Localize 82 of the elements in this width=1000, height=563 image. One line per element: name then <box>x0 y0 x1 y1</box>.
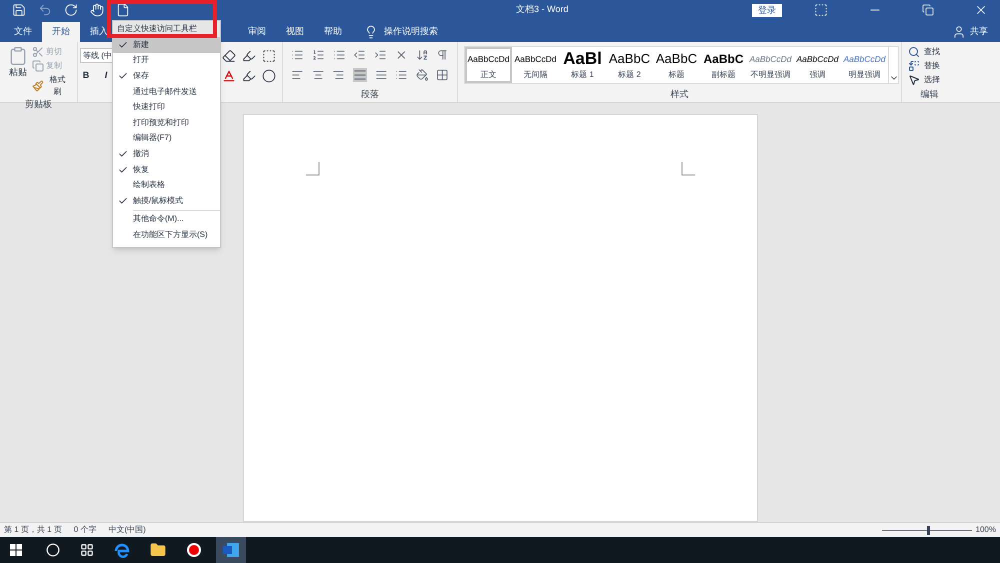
style-item[interactable]: AaBbCcDd 无间隔 <box>512 47 559 83</box>
group-label: 编辑 <box>920 88 938 102</box>
menu-item[interactable]: 撤消 <box>113 146 220 162</box>
page-count: 第 1 页，共 1 页 <box>4 524 62 536</box>
word-app-icon[interactable] <box>223 543 239 557</box>
menu-item[interactable]: 在功能区下方显示(S) <box>113 227 220 243</box>
menu-item[interactable]: 新建 <box>113 37 220 53</box>
language-status: 中文(中国) <box>108 524 146 536</box>
sign-in-button[interactable]: 登录 <box>752 4 782 16</box>
scissors-icon <box>32 46 44 58</box>
style-item[interactable]: AaBbCcDd 明显强调 <box>841 47 888 83</box>
decrease-indent-icon[interactable] <box>353 48 366 62</box>
window-title: 文档3 - Word <box>516 3 568 16</box>
ribbon-tab[interactable]: 视图 <box>276 22 314 42</box>
group-label: 剪贴板 <box>25 98 52 111</box>
distribute-icon[interactable] <box>374 68 388 82</box>
increase-indent-icon[interactable] <box>374 48 387 62</box>
style-item[interactable]: AaBbCcDd 强调 <box>794 47 841 83</box>
share-button[interactable]: 共享 <box>952 22 988 42</box>
task-view-icon[interactable] <box>80 543 94 557</box>
browser-icon[interactable] <box>114 542 130 558</box>
align-center-icon[interactable] <box>312 68 324 82</box>
group-label: 段落 <box>361 88 379 102</box>
clipboard-icon <box>8 46 28 66</box>
menu-item[interactable]: 恢复 <box>113 162 220 178</box>
new-document-icon[interactable] <box>116 3 130 17</box>
italic-button[interactable]: I <box>100 69 112 83</box>
corner-mark-icon <box>680 162 694 176</box>
style-item[interactable]: AaBbC 标题 2 <box>606 47 653 83</box>
font-color-icon[interactable] <box>222 69 236 83</box>
bold-button[interactable]: B <box>80 69 92 83</box>
menu-item[interactable]: 其他命令(M)... <box>113 212 220 228</box>
windows-start-icon[interactable] <box>10 544 22 556</box>
redo-icon[interactable] <box>64 3 78 17</box>
restore-icon[interactable] <box>922 4 934 16</box>
menu-item[interactable]: 打印预览和打印 <box>113 114 220 131</box>
folder-icon[interactable] <box>150 542 166 558</box>
menu-item[interactable]: 编辑器(F7) <box>113 130 220 146</box>
menu-item[interactable]: 快速打印 <box>113 99 220 115</box>
justify-icon[interactable] <box>352 68 367 82</box>
sort-icon[interactable] <box>416 48 428 62</box>
lightbulb-icon[interactable] <box>364 25 378 39</box>
style-item[interactable]: AaBbCcDd 正文 <box>465 47 512 83</box>
select-button[interactable]: 选择 <box>908 74 951 86</box>
touch-mode-icon[interactable] <box>90 3 104 17</box>
ribbon-tab[interactable]: 开始 <box>42 22 80 42</box>
align-right-icon[interactable] <box>332 68 345 82</box>
corner-mark-icon <box>306 162 320 176</box>
menu-item[interactable]: 打开 <box>113 52 220 68</box>
close-icon[interactable] <box>974 3 988 17</box>
record-icon[interactable] <box>186 542 202 558</box>
person-icon <box>952 25 966 39</box>
group-label: 样式 <box>670 88 688 102</box>
replace-icon <box>908 60 920 72</box>
save-icon[interactable] <box>12 3 26 17</box>
pilcrow-icon[interactable] <box>436 48 449 62</box>
menu-item[interactable]: 绘制表格 <box>113 177 220 193</box>
menu-item[interactable]: 通过电子邮件发送 <box>113 84 220 100</box>
tell-me-search[interactable]: 操作说明搜索 <box>384 25 438 39</box>
clear-format-icon[interactable] <box>222 48 236 62</box>
replace-button[interactable]: 替换 <box>908 60 951 72</box>
align-left-icon[interactable] <box>291 68 304 82</box>
numbering-icon[interactable] <box>312 48 324 62</box>
zoom-percent: 100% <box>976 524 996 536</box>
find-button[interactable]: 查找 <box>908 46 951 58</box>
ribbon-tab[interactable]: 审阅 <box>238 22 276 42</box>
style-item[interactable]: AaBbC 标题 <box>653 47 700 83</box>
ribbon-tab[interactable]: 文件 <box>4 22 42 42</box>
menu-item[interactable]: 保存 <box>113 68 220 84</box>
paintbrush-icon <box>32 80 44 92</box>
ribbon-tab[interactable]: 帮助 <box>314 22 352 42</box>
pointer-icon <box>908 74 920 86</box>
shading-bucket-icon[interactable] <box>416 68 428 82</box>
style-item[interactable]: AaBl 标题 1 <box>559 47 606 83</box>
borders-icon[interactable] <box>436 68 450 82</box>
style-item[interactable]: AaBbCcDd 不明显强调 <box>747 47 794 83</box>
paste-button[interactable]: 粘贴 <box>8 46 28 80</box>
menu-item[interactable]: 触摸/鼠标模式 <box>113 192 220 209</box>
copy-icon <box>32 60 44 72</box>
style-item[interactable]: AaBbC 副标题 <box>700 47 747 83</box>
word-count: 0 个字 <box>74 524 96 536</box>
format-painter-button[interactable]: 格式刷 <box>32 74 69 98</box>
